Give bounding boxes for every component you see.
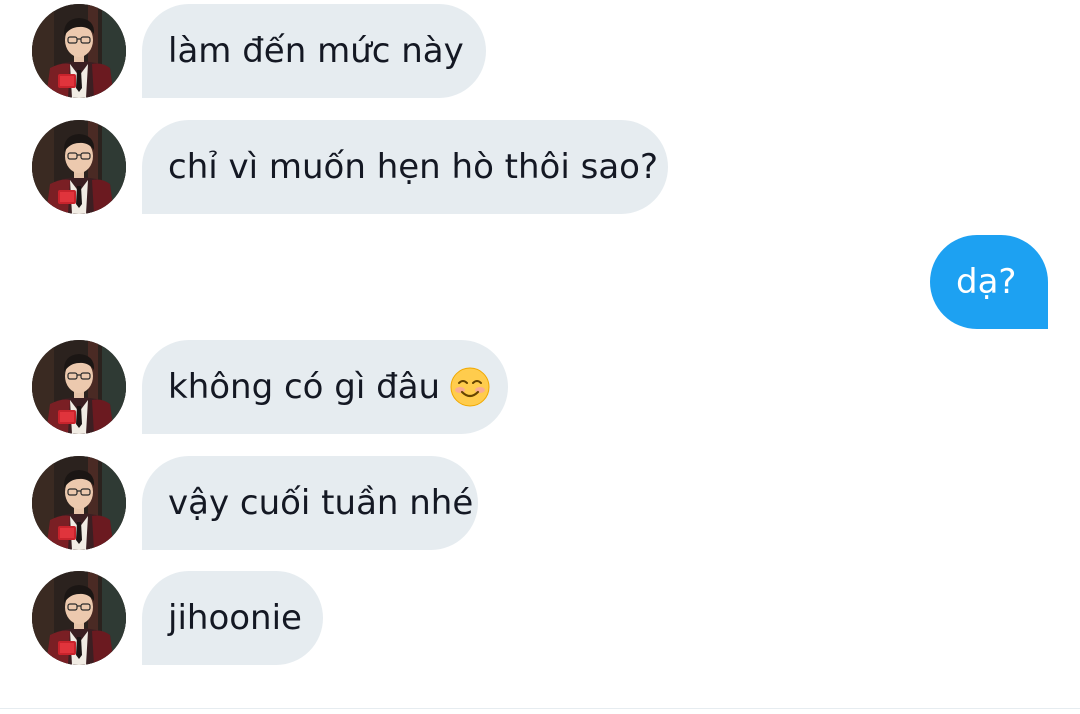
incoming-message-bubble[interactable]: vậy cuối tuần nhé — [142, 456, 478, 550]
message-row: làm đến mức này — [0, 4, 1080, 100]
incoming-message-bubble[interactable]: jihoonie — [142, 571, 323, 665]
avatar[interactable] — [32, 340, 126, 434]
message-text: dạ? — [956, 262, 1017, 302]
avatar[interactable] — [32, 120, 126, 214]
message-row: dạ? — [0, 235, 1080, 331]
message-row: jihoonie — [0, 571, 1080, 667]
message-row: chỉ vì muốn hẹn hò thôi sao? — [0, 120, 1080, 216]
smiling-face-icon — [450, 367, 490, 407]
outgoing-message-bubble[interactable]: dạ? — [930, 235, 1048, 329]
message-text: làm đến mức này — [168, 31, 464, 71]
incoming-message-bubble[interactable]: không có gì đâu — [142, 340, 508, 434]
avatar[interactable] — [32, 571, 126, 665]
message-row: không có gì đâu — [0, 340, 1080, 436]
conversation-thread: làm đến mức này chỉ vì muốn hẹn hò thôi … — [0, 0, 1080, 714]
incoming-message-bubble[interactable]: chỉ vì muốn hẹn hò thôi sao? — [142, 120, 668, 214]
avatar[interactable] — [32, 4, 126, 98]
message-text: chỉ vì muốn hẹn hò thôi sao? — [168, 147, 659, 187]
avatar[interactable] — [32, 456, 126, 550]
message-row: vậy cuối tuần nhé — [0, 456, 1080, 552]
message-text: jihoonie — [168, 598, 302, 638]
message-text: vậy cuối tuần nhé — [168, 483, 474, 523]
divider — [0, 708, 1080, 709]
incoming-message-bubble[interactable]: làm đến mức này — [142, 4, 486, 98]
message-text: không có gì đâu — [168, 367, 441, 407]
